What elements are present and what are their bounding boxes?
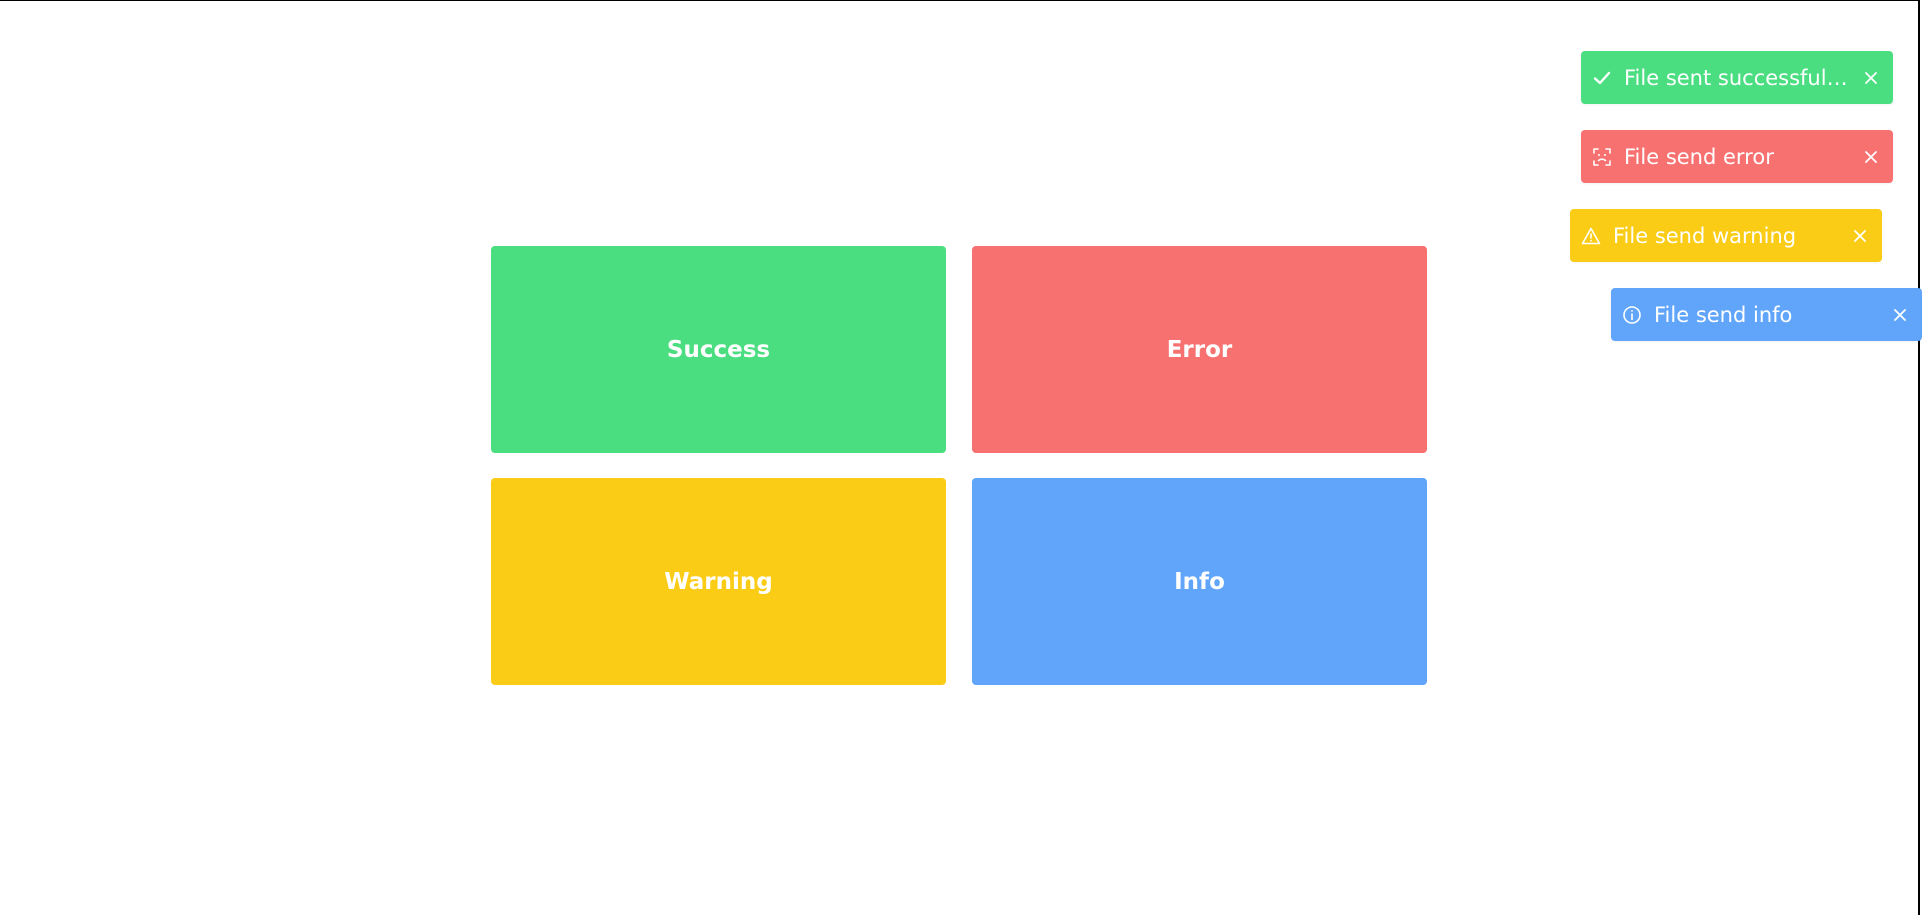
toast-error-text: File send error [1624,144,1774,169]
toast-error: File send error [1581,130,1893,183]
toast-warning: File send warning [1570,209,1882,262]
warning-button[interactable]: Warning [491,478,946,685]
toast-trigger-grid: Success Error Warning Info [491,246,1427,685]
error-face-icon [1591,146,1613,168]
success-button[interactable]: Success [491,246,946,453]
toast-warning-text: File send warning [1613,223,1797,248]
toast-error-close-icon[interactable] [1859,145,1883,169]
toast-info-close-icon[interactable] [1888,303,1912,327]
info-button[interactable]: Info [972,478,1427,685]
warning-triangle-icon [1580,225,1602,247]
toast-info: File send info [1611,288,1922,341]
check-icon [1591,67,1613,89]
toast-success-text: File sent successfully... [1624,65,1851,90]
error-button[interactable]: Error [972,246,1427,453]
toast-info-text: File send info [1654,302,1793,327]
info-circle-icon [1621,304,1643,326]
toast-success-close-icon[interactable] [1859,66,1883,90]
toast-warning-close-icon[interactable] [1848,224,1872,248]
toast-success: File sent successfully... [1581,51,1893,104]
